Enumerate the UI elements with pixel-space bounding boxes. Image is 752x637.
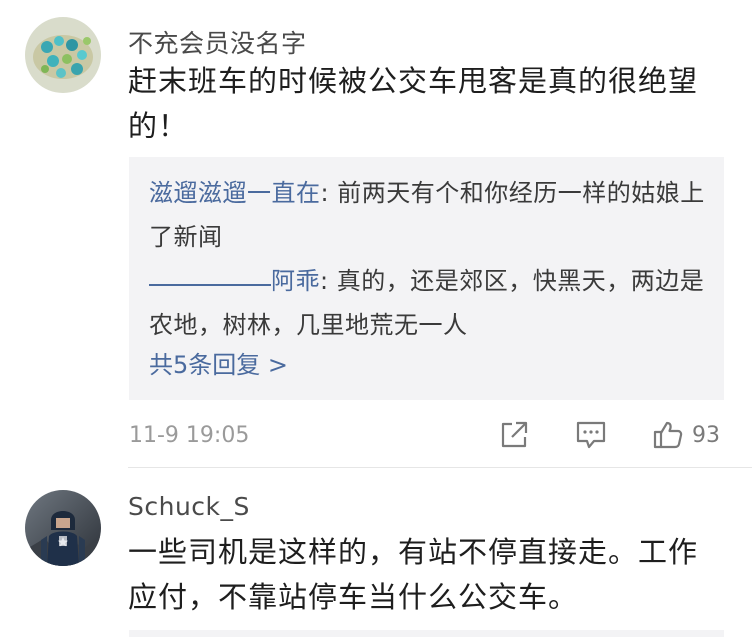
reply-item: 滋遛滋遛一直在: 前两天有个和你经历一样的姑娘上了新闻	[149, 171, 709, 259]
reply-separator: :	[320, 179, 338, 207]
reply-box[interactable]: 滋遛滋遛一直在: 前两天有个和你经历一样的姑娘上了新闻 阿乖: 真的，还是郊区，…	[129, 157, 724, 400]
comment-icon	[576, 421, 606, 449]
comment-meta: 11-9 19:05 93	[0, 410, 752, 460]
reply-box-peek	[129, 630, 724, 637]
reply-separator: :	[320, 267, 337, 295]
share-button[interactable]	[498, 418, 530, 452]
comment-button[interactable]	[574, 418, 608, 452]
comment-feed: 不充会员没名字 赶末班车的时候被公交车甩客是真的很绝望的！ 滋遛滋遛一直在: 前…	[0, 0, 752, 637]
avatar[interactable]	[25, 17, 101, 93]
reply-item: 阿乖: 真的，还是郊区，快黑天，两边是农地，树林，几里地荒无一人	[149, 259, 709, 347]
reply-author[interactable]: 阿乖	[271, 267, 320, 295]
like-button[interactable]: 93	[652, 418, 720, 452]
more-replies-link[interactable]: 共5条回复 >	[149, 345, 288, 380]
reply-text: 真的，还是郊区，快黑天，两边是农地，树林，几里地荒无一人	[149, 267, 705, 339]
thumbs-up-icon	[653, 421, 683, 449]
username[interactable]: 不充会员没名字	[128, 24, 307, 60]
captain-america-avatar-icon	[25, 490, 101, 566]
comment-body: 一些司机是这样的，有站不停直接走。工作应付，不靠站停车当什么公交车。	[128, 535, 699, 614]
timestamp: 11-9 19:05	[129, 423, 250, 448]
share-icon	[501, 421, 528, 448]
comment-item: 不充会员没名字 赶末班车的时候被公交车甩客是真的很绝望的！ 滋遛滋遛一直在: 前…	[0, 0, 752, 470]
like-count: 93	[692, 422, 720, 448]
comment-divider	[128, 467, 752, 468]
avatar[interactable]	[25, 490, 101, 566]
name-underline	[149, 284, 271, 286]
username[interactable]: Schuck_S	[128, 492, 250, 521]
bottle-caps-avatar-icon	[25, 17, 101, 93]
comment-body: 赶末班车的时候被公交车甩客是真的很绝望的！	[128, 64, 699, 143]
comment-item: Schuck_S 一些司机是这样的，有站不停直接走。工作应付，不靠站停车当什么公…	[0, 470, 752, 637]
reply-author[interactable]: 滋遛滋遛一直在	[149, 179, 321, 207]
